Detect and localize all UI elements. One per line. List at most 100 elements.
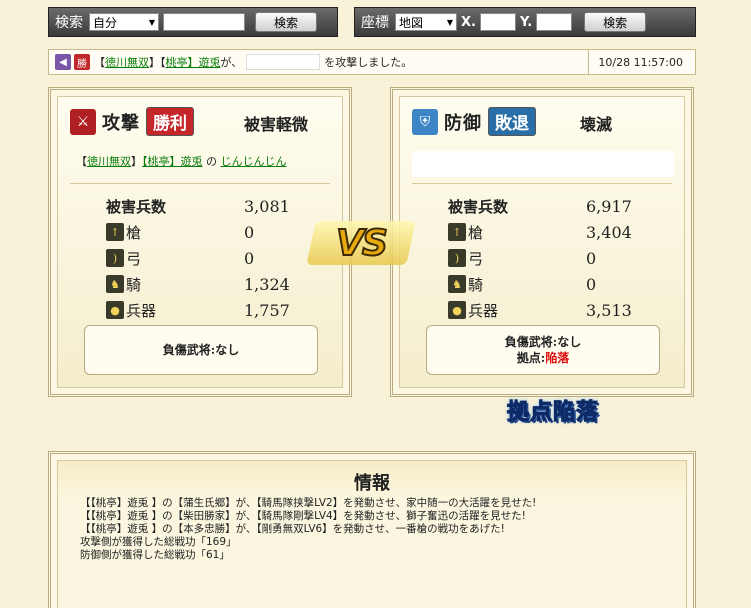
attack-stats: 被害兵数 3,081 ↑ 槍 0 ) 弓 0 ♞ 騎 1,324 ● 兵器 1, — [106, 193, 306, 323]
stat-value: 6,917 — [586, 196, 632, 216]
attack-damage-level: 被害軽微 — [244, 115, 309, 134]
search-scope-value: 自分 — [93, 15, 118, 30]
stat-row-total: 被害兵数 6,917 — [448, 193, 648, 219]
crossed-swords-icon: ⚔ — [70, 108, 96, 135]
log-timestamp: 10/28 11:57:00 — [598, 56, 683, 69]
attack-divider — [70, 183, 330, 184]
attacker-name-row: 【徳川無双】【桃亭】遊兎 の じんじんじん — [76, 153, 287, 169]
attacker-bracket-open: 【 — [76, 155, 87, 168]
info-lines: 【【桃亭】遊兎 】の【蒲生氏郷】が、【騎馬隊挟撃LV2】を発動させ、家中随一の大… — [80, 497, 536, 562]
defense-note-box: 負傷武将:なし 拠点:陥落 — [426, 325, 660, 375]
search-input[interactable] — [163, 13, 245, 31]
stat-label: 兵器 — [126, 301, 157, 320]
stat-row-bow: ) 弓 0 — [448, 245, 648, 271]
info-line: 【【桃亭】遊兎 】の【蒲生氏郷】が、【騎馬隊挟撃LV2】を発動させ、家中随一の大… — [80, 497, 537, 509]
spear-icon: ↑ — [106, 223, 124, 241]
defense-header: ⛨ 防御 敗退 — [412, 107, 536, 136]
stat-value: 3,404 — [586, 222, 632, 242]
stat-value: 3,513 — [586, 300, 632, 320]
stat-label: 弓 — [468, 249, 484, 268]
info-panel-inner: 情報 【【桃亭】遊兎 】の【蒲生氏郷】が、【騎馬隊挟撃LV2】を発動させ、家中随… — [57, 460, 687, 608]
log-text-b: 】【 — [149, 56, 166, 69]
y-coordinate-input[interactable] — [536, 13, 573, 31]
attack-title: 攻撃 — [102, 112, 140, 134]
x-label: X. — [461, 14, 476, 30]
stat-row-siege: ● 兵器 1,757 — [106, 297, 306, 323]
vs-emblem: VS — [306, 213, 416, 273]
siege-weapon-icon: ● — [106, 301, 124, 319]
stat-row-siege: ● 兵器 3,513 — [448, 297, 648, 323]
stat-label: 被害兵数 — [106, 197, 167, 216]
stat-row-cavalry: ♞ 騎 0 — [448, 271, 648, 297]
defense-divider — [412, 183, 672, 184]
coord-search-button[interactable]: 検索 — [584, 12, 647, 32]
search-scope-select[interactable]: 自分 ▼ — [89, 13, 159, 31]
stronghold-fallen-value: 陥落 — [545, 351, 570, 365]
map-select[interactable]: 地図 ▼ — [395, 13, 457, 31]
defense-panel: ⛨ 防御 敗退 壊滅 被害兵数 6,917 ↑ 槍 3,404 ) 弓 0 ♞ — [390, 87, 694, 397]
info-line: 攻撃側が獲得した総戦功「169」 — [80, 536, 237, 548]
victory-badge: 勝 — [74, 54, 90, 70]
log-divider — [588, 50, 589, 74]
attack-header: ⚔ 攻撃 勝利 — [70, 107, 194, 136]
search-button[interactable]: 検索 — [255, 12, 317, 32]
attacker-bracket-close: 】 — [131, 155, 142, 168]
stat-row-spear: ↑ 槍 0 — [106, 219, 306, 245]
stat-value: 1,757 — [244, 300, 290, 320]
info-panel: 情報 【【桃亭】遊兎 】の【蒲生氏郷】が、【騎馬隊挟撃LV2】を発動させ、家中随… — [48, 451, 696, 608]
stat-row-total: 被害兵数 3,081 — [106, 193, 306, 219]
map-select-value: 地図 — [399, 15, 424, 30]
info-title: 情報 — [354, 473, 390, 494]
injured-generals-text: 負傷武将:なし — [504, 335, 582, 349]
log-text-a: 【 — [94, 56, 105, 69]
bow-icon: ) — [106, 249, 124, 267]
attacker-alliance-link[interactable]: 徳川無双 — [105, 54, 149, 70]
spear-icon: ↑ — [448, 223, 466, 241]
coord-label: 座標 — [361, 15, 389, 31]
stat-label: 槍 — [468, 223, 484, 242]
stat-value: 3,081 — [244, 196, 290, 216]
injured-generals-text: 負傷武将:なし — [162, 343, 240, 357]
x-coordinate-input[interactable] — [479, 13, 516, 31]
stat-value: 1,324 — [244, 274, 290, 294]
stat-value: 0 — [244, 248, 255, 268]
target-name-hidden — [246, 54, 321, 70]
log-text-d: を攻撃しました。 — [324, 56, 413, 69]
y-label: Y. — [519, 14, 533, 30]
bow-icon: ) — [448, 249, 466, 267]
defense-damage-level: 壊滅 — [580, 115, 613, 134]
stronghold-status: 拠点:陥落 — [517, 350, 569, 366]
stat-value: 0 — [586, 274, 597, 294]
defense-title: 防御 — [444, 112, 482, 134]
attacker-alliance-link[interactable]: 徳川無双 — [87, 155, 131, 168]
info-line: 【【桃亭】遊兎 】の【柴田勝家】が、【騎馬隊剛撃LV4】を発動させ、獅子奮迅の活… — [80, 510, 526, 522]
chevron-down-icon: ▼ — [446, 17, 453, 27]
info-line: 防御側が獲得した総戦功「61」 — [80, 549, 230, 561]
attacker-name-link[interactable]: 桃亭】遊兎 — [166, 54, 221, 70]
attack-panel: ⚔ 攻撃 勝利 被害軽微 【徳川無双】【桃亭】遊兎 の じんじんじん 被害兵数 … — [48, 87, 352, 397]
attacker-player-link[interactable]: 【桃亭】遊兎 — [142, 155, 203, 168]
report-icon: ◀ — [55, 54, 71, 70]
coord-bar: 座標 地図 ▼ X. Y. 検索 — [354, 7, 696, 37]
stat-label: 兵器 — [468, 301, 499, 320]
horse-icon: ♞ — [448, 275, 466, 293]
stat-label: 弓 — [126, 249, 142, 268]
stat-row-cavalry: ♞ 騎 1,324 — [106, 271, 306, 297]
stat-label: 騎 — [468, 275, 484, 294]
attack-panel-inner: ⚔ 攻撃 勝利 被害軽微 【徳川無双】【桃亭】遊兎 の じんじんじん 被害兵数 … — [57, 96, 343, 388]
stat-value: 0 — [244, 222, 255, 242]
attacker-village-link[interactable]: じんじんじん — [221, 155, 287, 168]
stat-label: 被害兵数 — [448, 197, 509, 216]
log-text-c: が、 — [220, 56, 243, 69]
attack-note-box: 負傷武将:なし — [84, 325, 318, 375]
siege-weapon-icon: ● — [448, 301, 466, 319]
stronghold-fallen-stamp: 拠点陥落 — [506, 399, 599, 426]
search-bar: 検索 自分 ▼ 検索 — [48, 7, 338, 37]
stat-row-bow: ) 弓 0 — [106, 245, 306, 271]
horse-icon: ♞ — [106, 275, 124, 293]
defense-panel-inner: ⛨ 防御 敗退 壊滅 被害兵数 6,917 ↑ 槍 3,404 ) 弓 0 ♞ — [399, 96, 685, 388]
stat-label: 騎 — [126, 275, 142, 294]
info-line: 【【桃亭】遊兎 】の【本多忠勝】が、【剛勇無双LV6】を発動させ、一番槍の戦功を… — [80, 523, 505, 535]
attacker-no: の — [206, 155, 217, 168]
stat-row-spear: ↑ 槍 3,404 — [448, 219, 648, 245]
